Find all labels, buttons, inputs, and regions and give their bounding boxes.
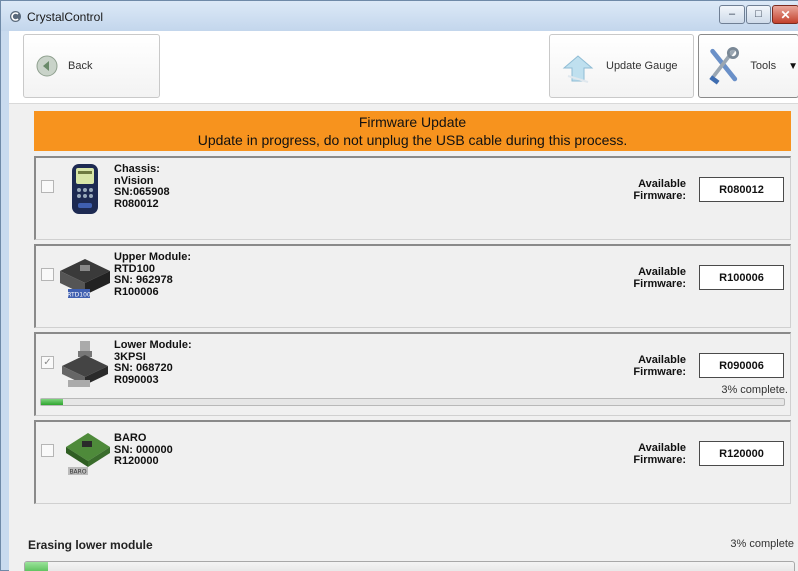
maximize-button[interactable]: □ [746,5,771,24]
device-line: BARO [114,432,147,444]
banner-message: Update in progress, do not unplug the US… [197,132,628,148]
device-progress-bar [40,398,785,406]
device-card-chassis: Chassis: nVision SN:065908 R080012 Avail… [34,156,791,240]
client-area: Back Update Gauge Tools ▼ Firmware Updat… [9,31,798,571]
status-text: Erasing lower module [28,538,153,552]
rtd-icon-text: RTD100 [67,292,91,299]
available-firmware-label: Available Firmware: [626,354,686,378]
minimize-icon: – [728,8,736,20]
device-checkbox[interactable]: ✓ [41,356,54,369]
device-line: SN: 962978 [114,274,173,286]
available-label: Available [638,442,686,454]
status-banner: Firmware Update Update in progress, do n… [34,111,791,151]
title-bar: CrystalControl – □ ✕ [1,1,798,31]
firmware-version-field: R090006 [699,353,784,378]
dropdown-arrow-icon: ▼ [788,60,798,72]
firmware-label: Firmware: [633,278,686,290]
rtd-module-icon: RTD100 [60,259,110,299]
available-label: Available [638,354,686,366]
update-gauge-label: Update Gauge [606,60,678,72]
device-info-chassis: Chassis: nVision SN:065908 R080012 [114,163,170,210]
device-line: SN:065908 [114,186,170,198]
device-line: R100006 [114,285,159,298]
device-line: Chassis: [114,163,160,175]
device-checkbox[interactable] [41,180,54,193]
maximize-icon: □ [755,8,762,20]
back-button[interactable]: Back [23,34,160,98]
pressure-module-icon [62,341,108,387]
close-button[interactable]: ✕ [772,5,798,24]
device-info-lower-module: Lower Module: 3KPSI SN: 068720 R090003 [114,339,192,386]
device-card-upper-module: RTD100 Upper Module: RTD100 SN: 962978 R… [34,244,791,328]
device-line: R080012 [114,197,159,210]
tools-button[interactable]: Tools ▼ [698,34,798,98]
back-arrow-icon [36,55,58,77]
status-percent: 3% complete [730,538,794,550]
device-info-baro: BARO SN: 000000 R120000 [114,432,173,468]
device-progress-text: 3% complete. [721,384,788,396]
app-window: CrystalControl – □ ✕ Back Update Gauge T… [0,0,798,571]
toolbar: Back Update Gauge Tools ▼ [9,31,798,104]
overall-progress-fill [25,562,49,571]
available-firmware-label: Available Firmware: [626,266,686,290]
back-label: Back [68,60,93,72]
device-checkbox[interactable] [41,444,54,457]
app-icon [10,11,21,22]
available-label: Available [638,266,686,278]
firmware-label: Firmware: [633,454,686,466]
available-firmware-label: Available Firmware: [626,442,686,466]
available-firmware-label: Available Firmware: [626,178,686,202]
baro-icon-text: BARO [69,469,86,476]
device-line: Lower Module: [114,339,192,351]
firmware-label: Firmware: [633,366,686,378]
device-line: R090003 [114,373,159,386]
nvision-gauge-icon [72,164,98,214]
firmware-version-field: R080012 [699,177,784,202]
firmware-version-field: R100006 [699,265,784,290]
overall-progress-bar [24,561,795,571]
banner-title: Firmware Update [358,114,467,130]
baro-module-icon: BARO [66,433,110,476]
available-label: Available [638,178,686,190]
device-card-baro: BARO BARO SN: 000000 R120000 Available F… [34,420,791,504]
update-gauge-button[interactable]: Update Gauge [549,34,694,98]
device-checkbox[interactable] [41,268,54,281]
device-line: R120000 [114,455,159,467]
minimize-button[interactable]: – [719,5,745,24]
firmware-version-field: R120000 [699,441,784,466]
close-icon: ✕ [780,7,791,22]
device-card-lower-module: ✓ Lower Module: 3KPSI SN: 068720 R090003 [34,332,791,416]
tools-label: Tools [750,60,777,72]
window-title: CrystalControl [27,10,104,24]
device-line: Upper Module: [114,251,191,263]
firmware-label: Firmware: [633,190,686,202]
device-line: SN: 068720 [114,362,173,374]
check-icon: ✓ [43,357,52,368]
tools-icon [709,46,740,85]
upload-arrow-icon [562,55,594,83]
firmware-panel: Firmware Update Update in progress, do n… [24,108,797,571]
device-info-upper-module: Upper Module: RTD100 SN: 962978 R100006 [114,251,191,298]
device-progress-fill [41,399,64,405]
